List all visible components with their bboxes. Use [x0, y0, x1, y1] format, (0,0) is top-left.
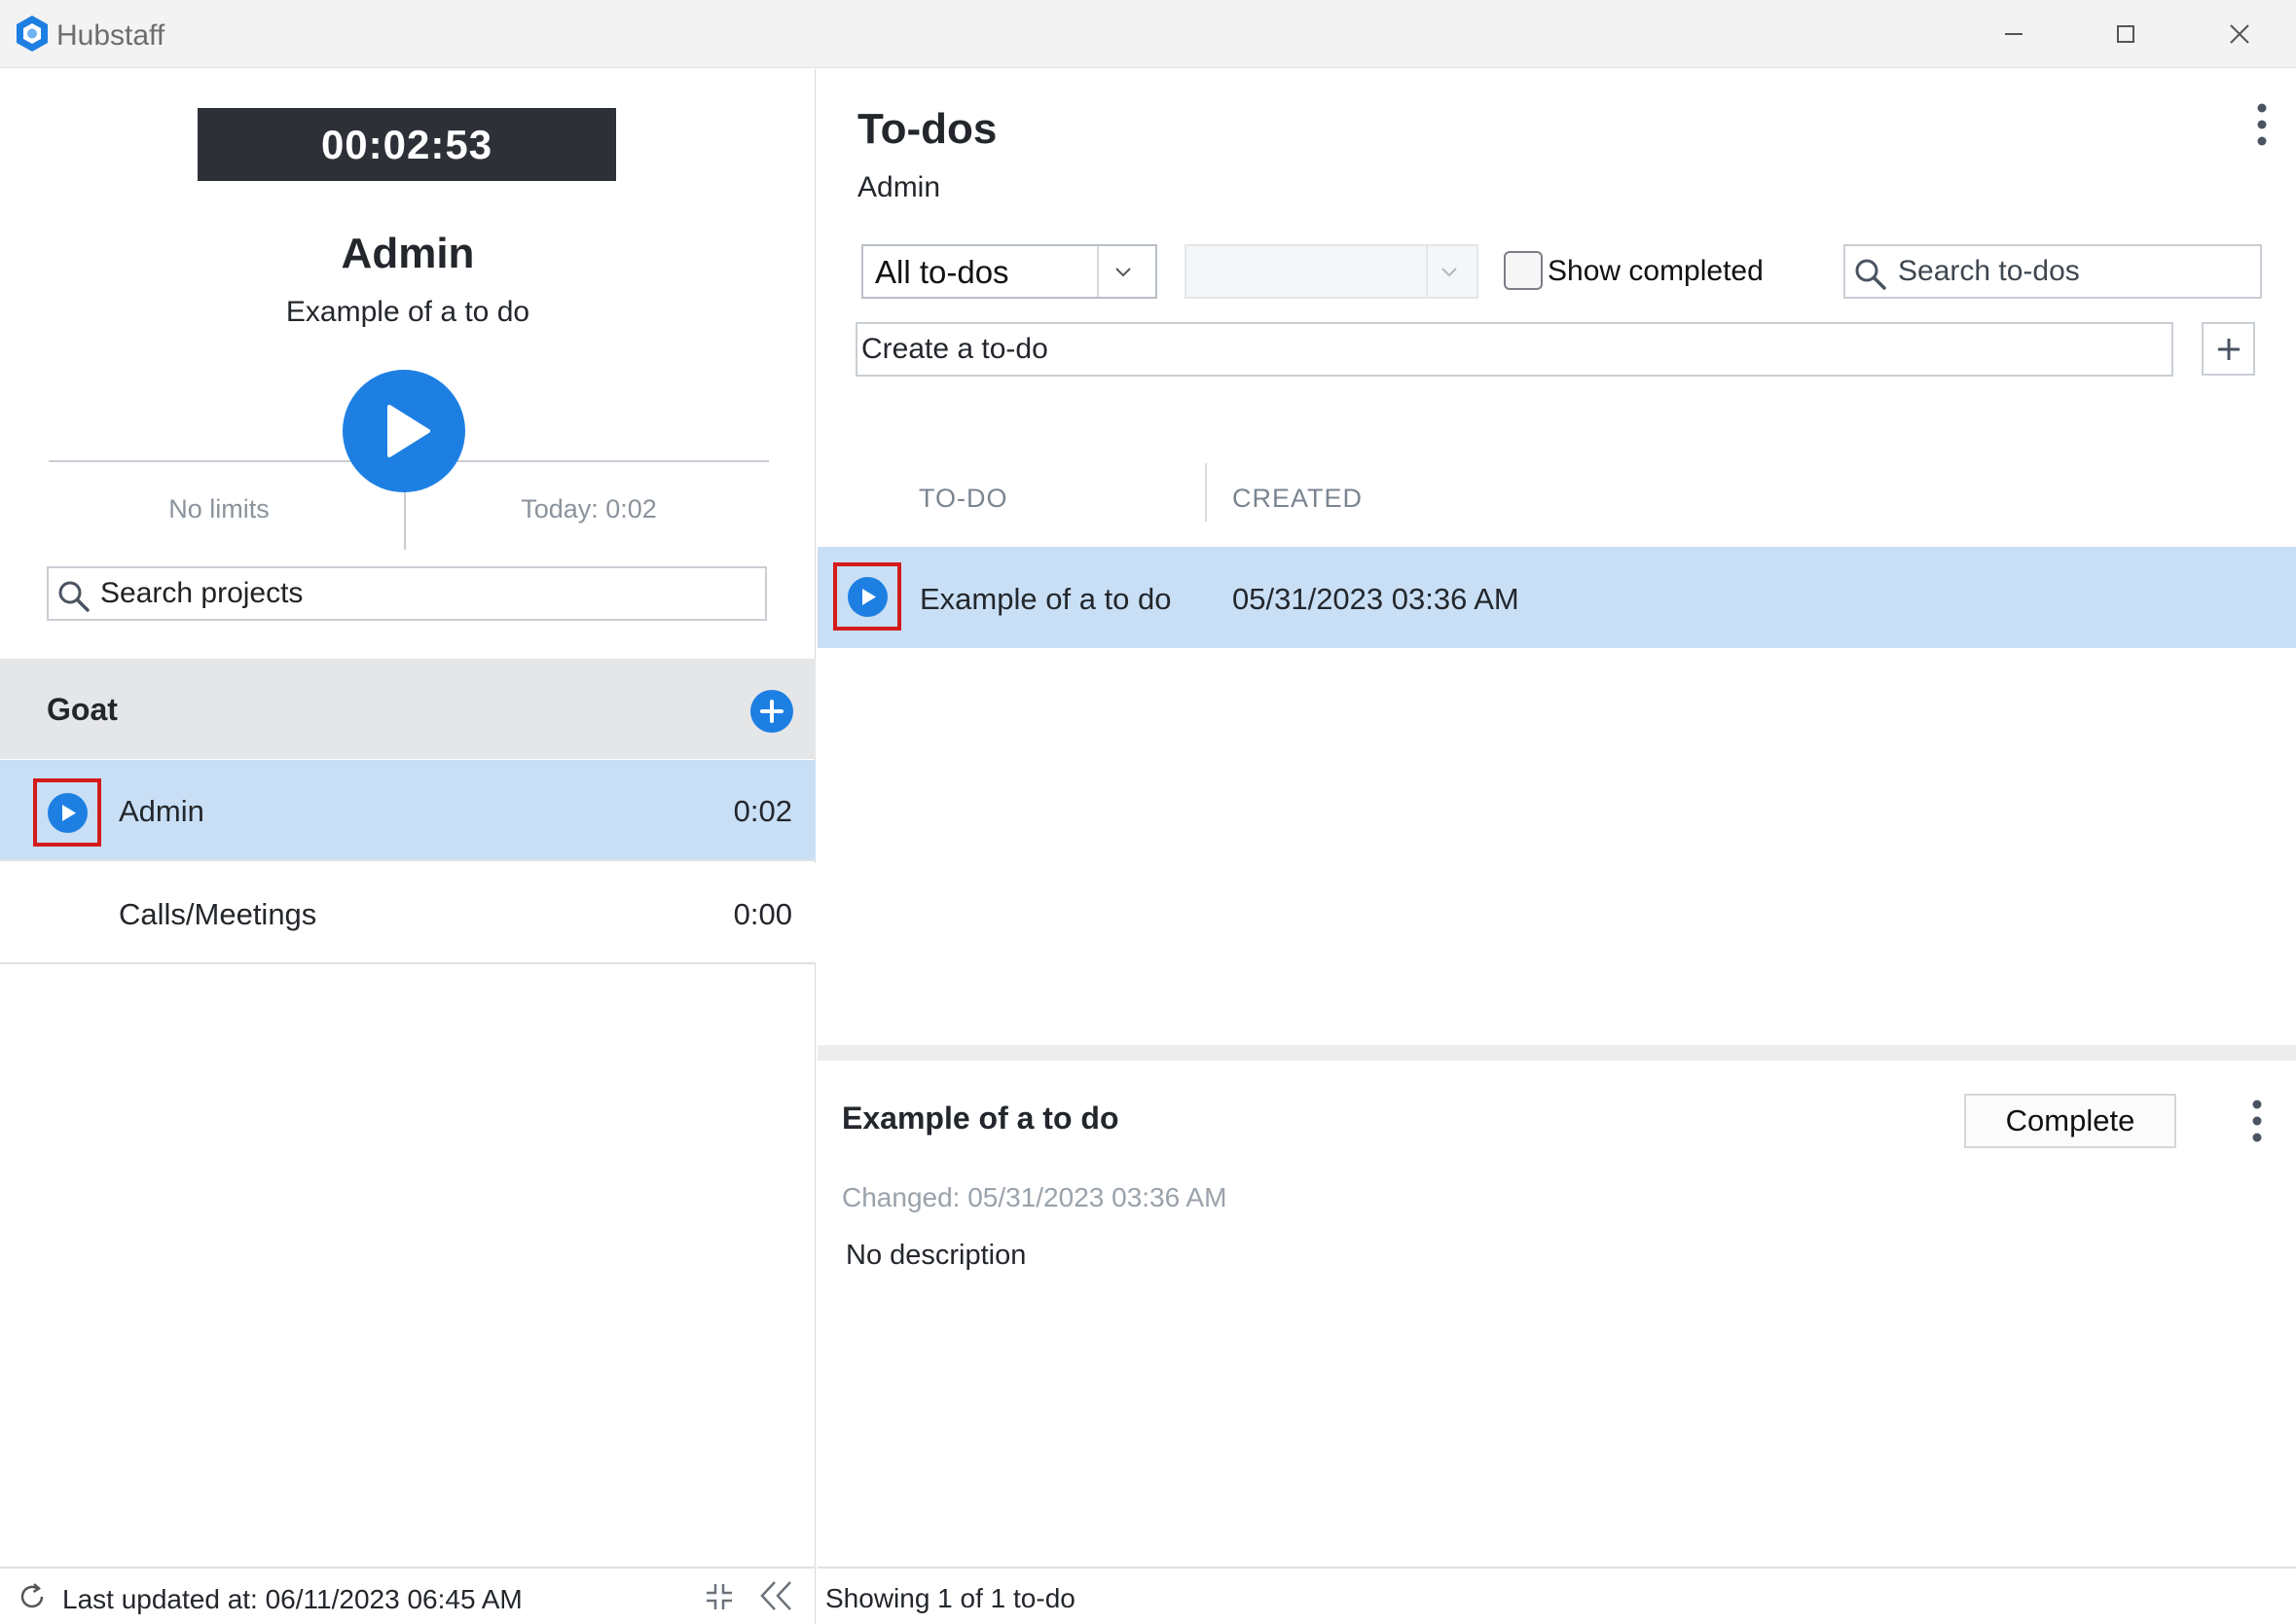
- column-divider: [1205, 463, 1207, 522]
- chevron-down-icon: [1112, 262, 1134, 288]
- maximize-button[interactable]: [2070, 0, 2182, 68]
- limits-label: No limits: [168, 494, 270, 523]
- close-button[interactable]: [2184, 0, 2296, 68]
- todo-description: No description: [846, 1240, 1027, 1271]
- search-todos-input[interactable]: [1898, 252, 2248, 291]
- plus-icon: [760, 700, 784, 723]
- search-projects-input[interactable]: [100, 574, 752, 613]
- plus-icon: [2218, 339, 2240, 360]
- todo-name: Example of a to do: [920, 582, 1172, 616]
- left-footer: Last updated at: 06/11/2023 06:45 AM: [0, 1567, 816, 1624]
- secondary-filter-dropdown[interactable]: [1184, 244, 1478, 299]
- minimize-icon: [2005, 33, 2023, 35]
- table-row[interactable]: Example of a to do 05/31/2023 03:36 AM: [818, 547, 2296, 648]
- page-subtitle: Admin: [857, 171, 941, 203]
- app-title: Hubstaff: [56, 19, 165, 52]
- project-group-header: Goat: [0, 659, 816, 759]
- group-name: Goat: [47, 692, 118, 727]
- filter-value: All to-dos: [875, 254, 1009, 290]
- todo-created: 05/31/2023 03:36 AM: [1232, 582, 1519, 616]
- current-todo-label: Example of a to do: [285, 296, 530, 328]
- current-project-title: Admin: [341, 230, 475, 277]
- last-updated-label: Last updated at: 06/11/2023 06:45 AM: [62, 1584, 523, 1614]
- project-time: 0:02: [733, 794, 792, 828]
- show-completed-checkbox[interactable]: [1504, 251, 1543, 290]
- collapse-panel-icon[interactable]: [757, 1578, 796, 1618]
- left-pane: 00:02:53 Admin Example of a to do No lim…: [0, 69, 816, 1624]
- column-header-created[interactable]: CREATED: [1232, 484, 1363, 514]
- play-icon: [62, 805, 76, 821]
- play-icon: [387, 405, 430, 457]
- add-project-button[interactable]: [750, 690, 793, 733]
- start-timer-button[interactable]: [343, 370, 465, 492]
- more-options-icon[interactable]: [2252, 102, 2272, 152]
- project-name: Admin: [119, 794, 204, 828]
- title-bar: Hubstaff: [0, 0, 2296, 68]
- todo-changed-timestamp: Changed: 05/31/2023 03:36 AM: [842, 1182, 1227, 1212]
- timer-display: 00:02:53: [198, 108, 616, 181]
- today-total: Today: 0:02: [521, 494, 657, 523]
- panel-splitter[interactable]: [818, 1045, 2296, 1061]
- compact-view-icon[interactable]: [703, 1580, 736, 1618]
- project-name: Calls/Meetings: [119, 897, 317, 931]
- create-todo-field[interactable]: [856, 322, 2173, 377]
- minimize-button[interactable]: [1958, 0, 2070, 68]
- hubstaff-logo-icon: [12, 14, 53, 54]
- chevron-down-icon: [1439, 262, 1460, 288]
- right-footer: Showing 1 of 1 to-do: [818, 1567, 2296, 1624]
- todo-play-button[interactable]: [833, 562, 901, 631]
- column-header-todo[interactable]: TO-DO: [919, 484, 1008, 514]
- project-row-admin[interactable]: Admin 0:02: [0, 760, 816, 861]
- search-projects-field[interactable]: [47, 566, 767, 621]
- show-completed-label[interactable]: Show completed: [1548, 255, 1764, 288]
- maximize-icon: [2117, 25, 2134, 43]
- play-icon: [862, 589, 876, 605]
- search-todos-field[interactable]: [1843, 244, 2262, 299]
- add-todo-button[interactable]: [2202, 322, 2255, 376]
- project-row-calls-meetings[interactable]: Calls/Meetings 0:00: [0, 863, 816, 964]
- close-icon: [2230, 24, 2249, 44]
- todos-pane: To-dos Admin All to-dos Show completed T…: [818, 69, 2296, 1624]
- showing-count: Showing 1 of 1 to-do: [825, 1583, 1075, 1613]
- todo-detail-title: Example of a to do: [842, 1101, 1119, 1136]
- search-icon: [56, 579, 91, 619]
- page-title: To-dos: [857, 105, 998, 153]
- refresh-icon[interactable]: [16, 1580, 49, 1618]
- todo-filter-dropdown[interactable]: All to-dos: [861, 244, 1157, 299]
- complete-button[interactable]: Complete: [1964, 1094, 2176, 1148]
- project-play-button[interactable]: [33, 778, 101, 847]
- search-icon: [1853, 257, 1888, 297]
- create-todo-input[interactable]: [861, 330, 2156, 369]
- project-time: 0:00: [733, 897, 792, 931]
- more-options-icon[interactable]: [2247, 1099, 2267, 1148]
